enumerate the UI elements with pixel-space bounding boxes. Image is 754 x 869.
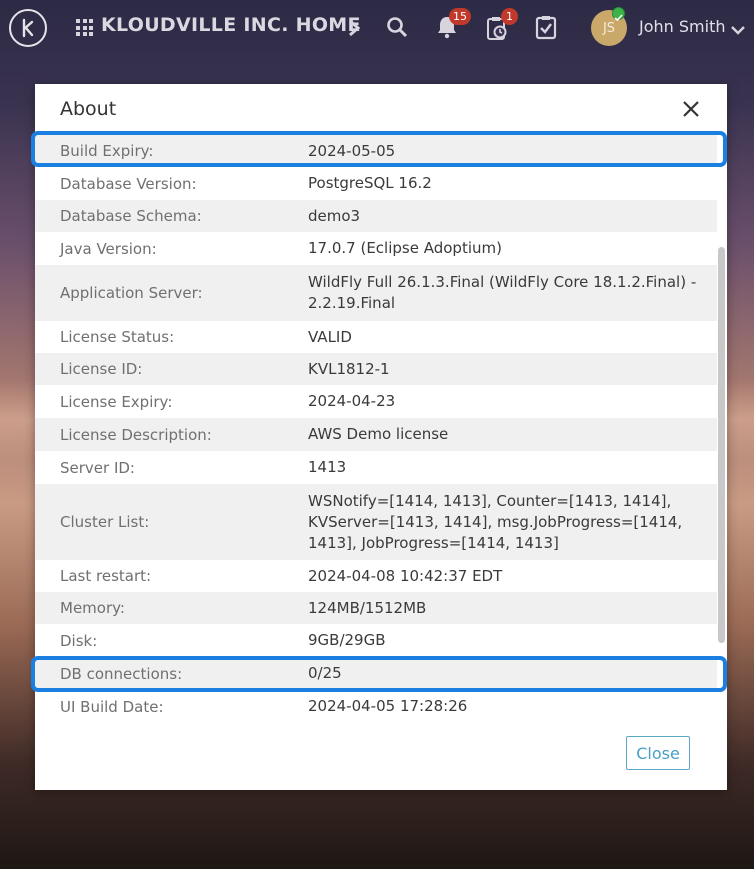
info-label: Memory: [60,599,125,617]
online-status-check-icon [612,7,625,22]
info-value: 2024-04-08 10:42:37 EDT [308,566,503,585]
info-row-license-description: License Description: AWS Demo license [35,418,717,451]
info-row-disk: Disk: 9GB/29GB [35,624,717,657]
tasks-clipboard-icon[interactable] [535,14,557,44]
info-row-application-server: Application Server: WildFly Full 26.1.3.… [35,265,717,321]
info-label: DB connections: [60,664,183,683]
info-value: 2024-05-05 [308,141,396,160]
info-row-license-expiry: License Expiry: 2024-04-23 [35,385,717,418]
info-label: Database Schema: [60,207,202,225]
notifications-count-badge: 15 [449,8,471,25]
search-icon[interactable] [386,16,408,42]
info-table[interactable]: Build Expiry: 2024-05-05 Database Versio… [35,135,717,717]
info-value: 0/25 [308,664,342,682]
close-button[interactable]: Close [626,736,690,770]
info-value: WildFly Full 26.1.3.Final (WildFly Core … [308,273,697,312]
about-dialog: About Build Expiry: 2024-05-05 Database … [35,84,727,790]
chevron-right-icon[interactable] [344,16,364,44]
info-value: WSNotify=[1414, 1413], Counter=[1413, 14… [308,491,683,552]
kloudville-logo-icon[interactable] [9,9,47,47]
info-value: 17.0.7 (Eclipse Adoptium) [308,239,502,257]
apps-grid-icon[interactable] [76,19,93,36]
info-value: 1413 [308,458,347,476]
dialog-title: About [60,98,117,120]
info-label: Cluster List: [60,513,150,531]
user-name[interactable]: John Smith [639,17,725,36]
info-row-db-connections: DB connections: 0/25 [35,657,717,690]
info-row-database-version: Database Version: PostgreSQL 16.2 [35,167,717,200]
info-value: KVL1812-1 [308,359,390,378]
info-label: Last restart: [60,567,152,585]
info-row-last-restart: Last restart: 2024-04-08 10:42:37 EDT [35,560,717,592]
info-value: VALID [308,327,352,346]
home-title[interactable]: KLOUDVILLE INC. HOME [101,14,361,36]
info-value: PostgreSQL 16.2 [308,174,432,192]
info-value: 124MB/1512MB [308,598,427,617]
info-row-ui-build-date: UI Build Date: 2024-04-05 17:28:26 [35,690,717,717]
info-label: Server ID: [60,458,135,477]
info-label: License Description: [60,425,212,444]
info-value: 2024-04-05 17:28:26 [308,697,468,715]
info-label: Database Version: [60,174,197,193]
info-label: Build Expiry: [60,142,154,160]
scrollbar-thumb[interactable] [718,247,725,643]
info-label: UI Build Date: [60,697,164,716]
info-label: License Status: [60,328,175,346]
info-row-database-schema: Database Schema: demo3 [35,200,717,232]
info-row-server-id: Server ID: 1413 [35,451,717,484]
info-label: License ID: [60,360,143,378]
info-value: demo3 [308,206,361,225]
top-navigation-bar: KLOUDVILLE INC. HOME 15 1 JS John Smith [0,0,754,56]
info-row-cluster-list: Cluster List: WSNotify=[1414, 1413], Cou… [35,484,717,560]
info-row-build-expiry: Build Expiry: 2024-05-05 [35,135,717,167]
info-row-memory: Memory: 124MB/1512MB [35,592,717,624]
info-row-license-id: License ID: KVL1812-1 [35,353,717,385]
close-icon[interactable] [682,100,700,122]
info-label: Java Version: [60,239,157,258]
info-value: AWS Demo license [308,425,449,443]
timers-count-badge: 1 [501,8,518,25]
info-label: License Expiry: [60,392,173,411]
info-label: Disk: [60,631,98,650]
info-row-license-status: License Status: VALID [35,321,717,353]
chevron-down-icon[interactable] [730,21,746,40]
info-value: 2024-04-23 [308,392,396,410]
info-label: Application Server: [60,284,203,302]
info-value: 9GB/29GB [308,631,386,649]
info-row-java-version: Java Version: 17.0.7 (Eclipse Adoptium) [35,232,717,265]
